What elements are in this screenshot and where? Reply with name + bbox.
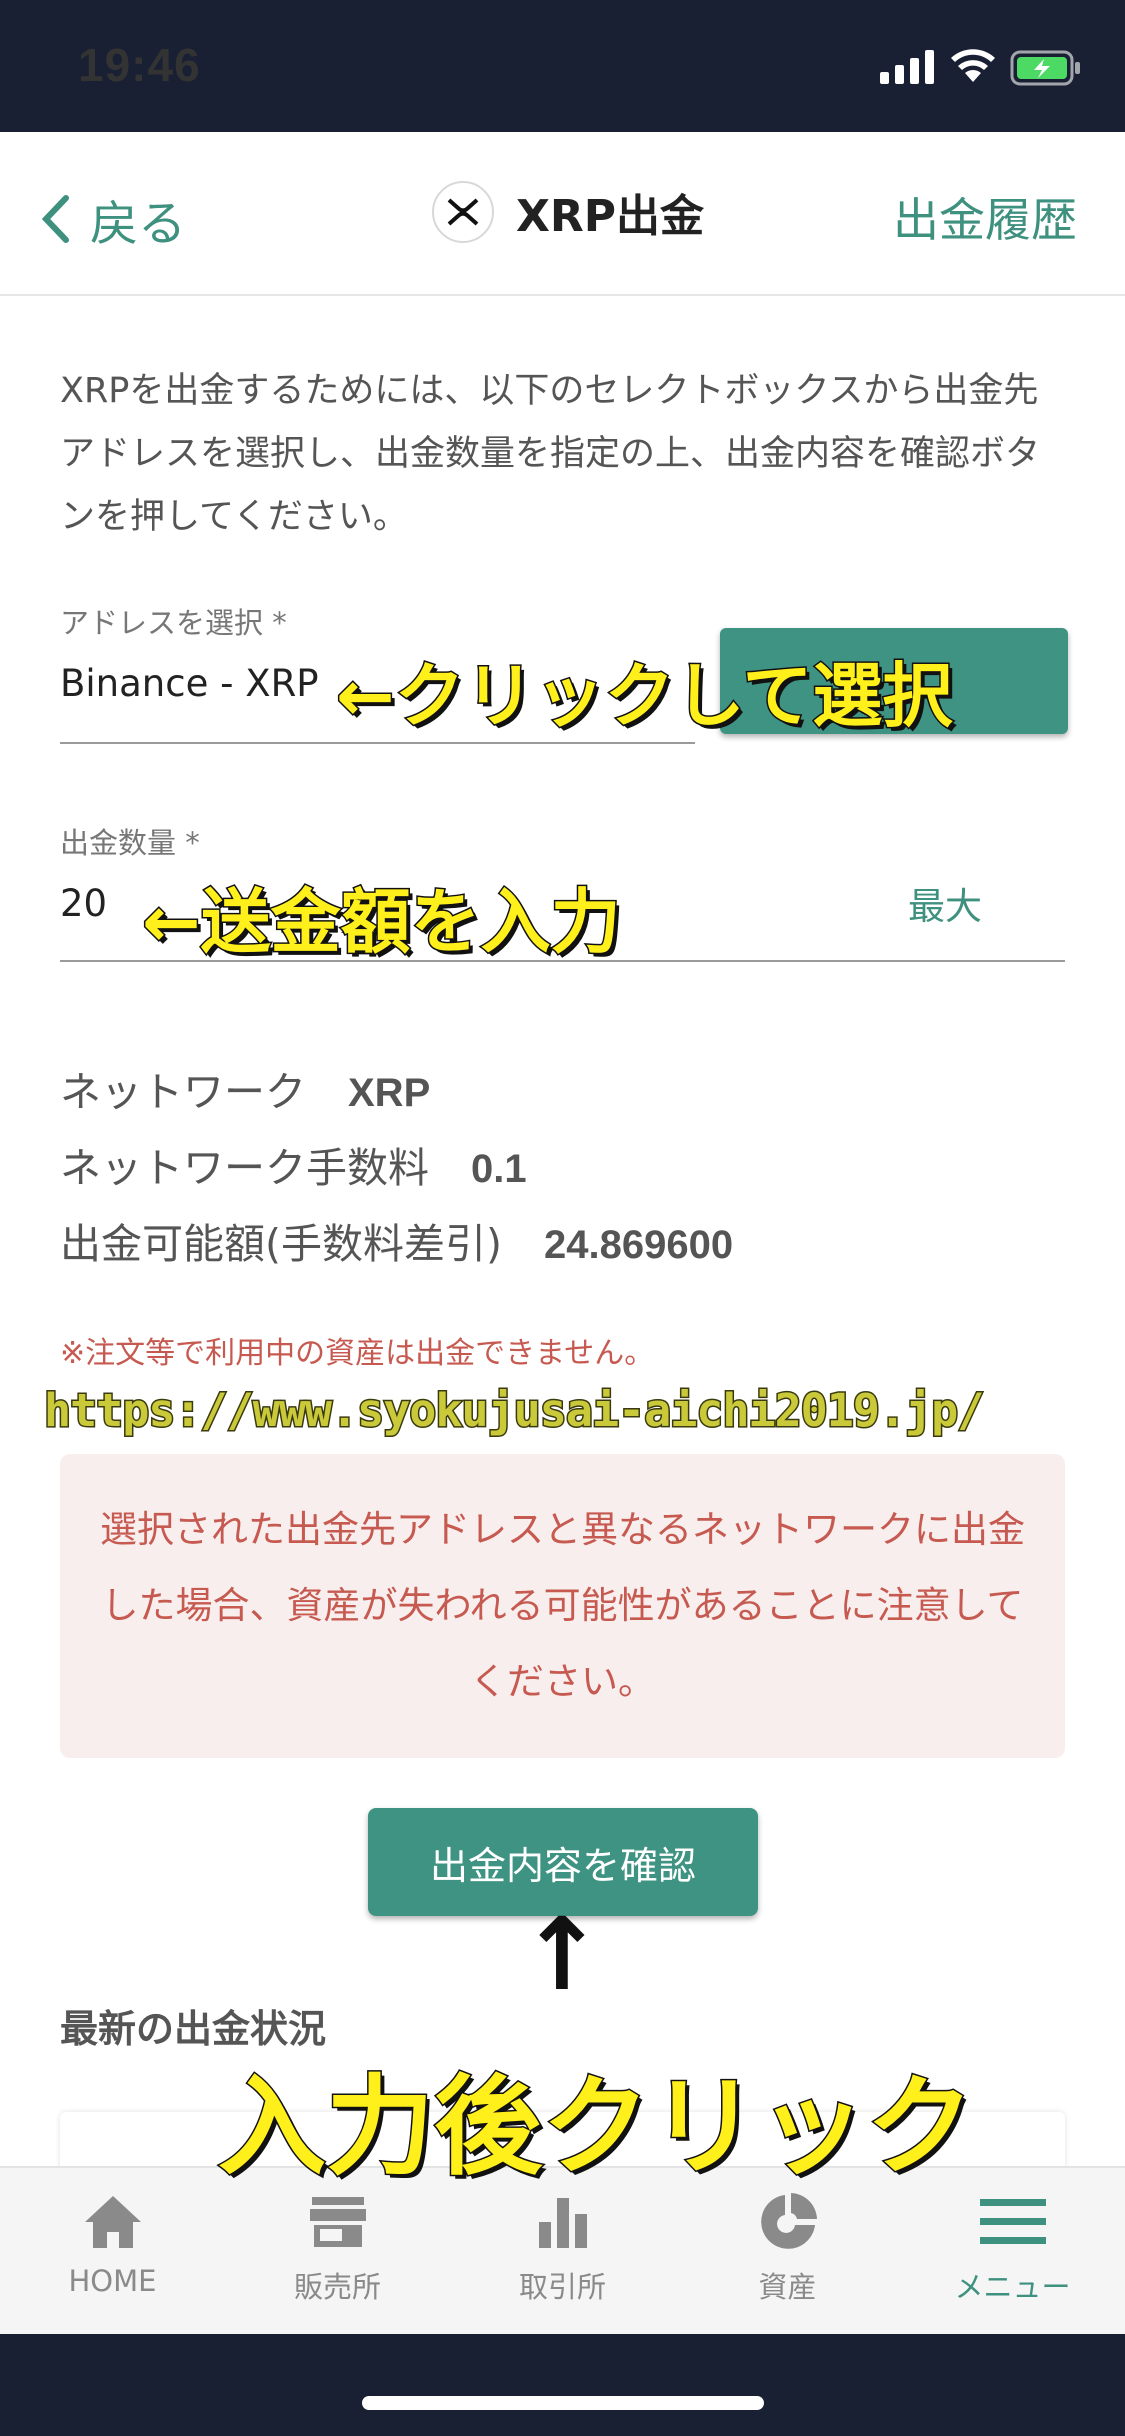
address-select[interactable]: Binance - XRP [60,662,319,705]
network-label: ネットワーク [60,1068,306,1116]
amount-field-label: 出金数量 * [60,826,200,860]
tab-store-label: 販売所 [293,2270,381,2304]
tab-home[interactable]: HOME [0,2186,225,2298]
wifi-icon [951,49,995,82]
warning-text: 選択された出金先アドレスと異なるネットワークに出金した場合、資産が失われる可能性… [100,1508,1025,1703]
withdrawal-history-link[interactable]: 出金履歴 [893,184,1077,250]
address-underline [60,742,695,744]
tab-exchange[interactable]: 取引所 [450,2186,675,2306]
tab-menu[interactable]: メニュー [900,2186,1125,2306]
available-label: 出金可能額(手数料差引) [60,1220,502,1268]
url-watermark: https://www.syokujusai-aichi2019.jp/ [42,1383,985,1439]
network-row: ネットワーク XRP [60,1058,430,1118]
tab-menu-label: メニュー [954,2270,1071,2304]
home-indicator-area [0,2334,1125,2436]
available-row: 出金可能額(手数料差引) 24.869600 [60,1210,733,1270]
amount-hint-annotation: ←送金額を入力 [141,880,623,965]
notice-text: ※注文等で利用中の資産は出金できません。 [60,1336,655,1371]
fee-row: ネットワーク手数料 0.1 [60,1134,527,1194]
back-button[interactable]: 戻る [40,184,186,254]
instruction-text: XRPを出金するためには、以下のセレクトボックスから出金先アドレスを選択し、出金… [60,371,1041,537]
cellular-signal-icon [880,50,934,84]
tab-home-label: HOME [68,2264,157,2298]
click-hint-annotation: 入力後クリック [216,2064,975,2192]
chevron-left-icon [41,195,69,243]
tab-store[interactable]: 販売所 [225,2186,450,2306]
bar-chart-icon [538,2198,587,2248]
available-value: 24.869600 [544,1223,734,1267]
status-time: 19:46 [78,39,201,91]
warning-box: 選択された出金先アドレスと異なるネットワークに出金した場合、資産が失われる可能性… [60,1454,1065,1758]
pie-chart-icon [760,2193,817,2249]
home-icon [84,2196,141,2248]
fee-value: 0.1 [471,1147,527,1191]
tab-assets[interactable]: 資産 [675,2186,900,2306]
home-indicator[interactable] [362,2396,764,2410]
up-arrow-annotation: ↑ [520,1896,604,2013]
xrp-coin-icon [432,181,494,243]
select-hint-annotation: ←クリックして選択 [335,654,955,739]
back-label: 戻る [90,196,187,252]
max-amount-button[interactable]: 最大 [908,876,982,930]
page-title-group: XRP出金 [432,180,704,244]
fee-label: ネットワーク手数料 [60,1144,429,1192]
navigation-bar: 戻る XRP出金 出金履歴 [0,132,1125,296]
amount-input[interactable]: 20 [60,882,107,925]
page-title: XRP出金 [516,191,705,242]
network-value: XRP [348,1071,431,1115]
menu-icon [979,2199,1046,2244]
tab-exchange-label: 取引所 [518,2270,606,2304]
tab-assets-label: 資産 [758,2270,817,2304]
store-icon [309,2197,366,2247]
battery-charging-icon [1010,50,1080,86]
address-field-label: アドレスを選択 * [60,606,287,640]
